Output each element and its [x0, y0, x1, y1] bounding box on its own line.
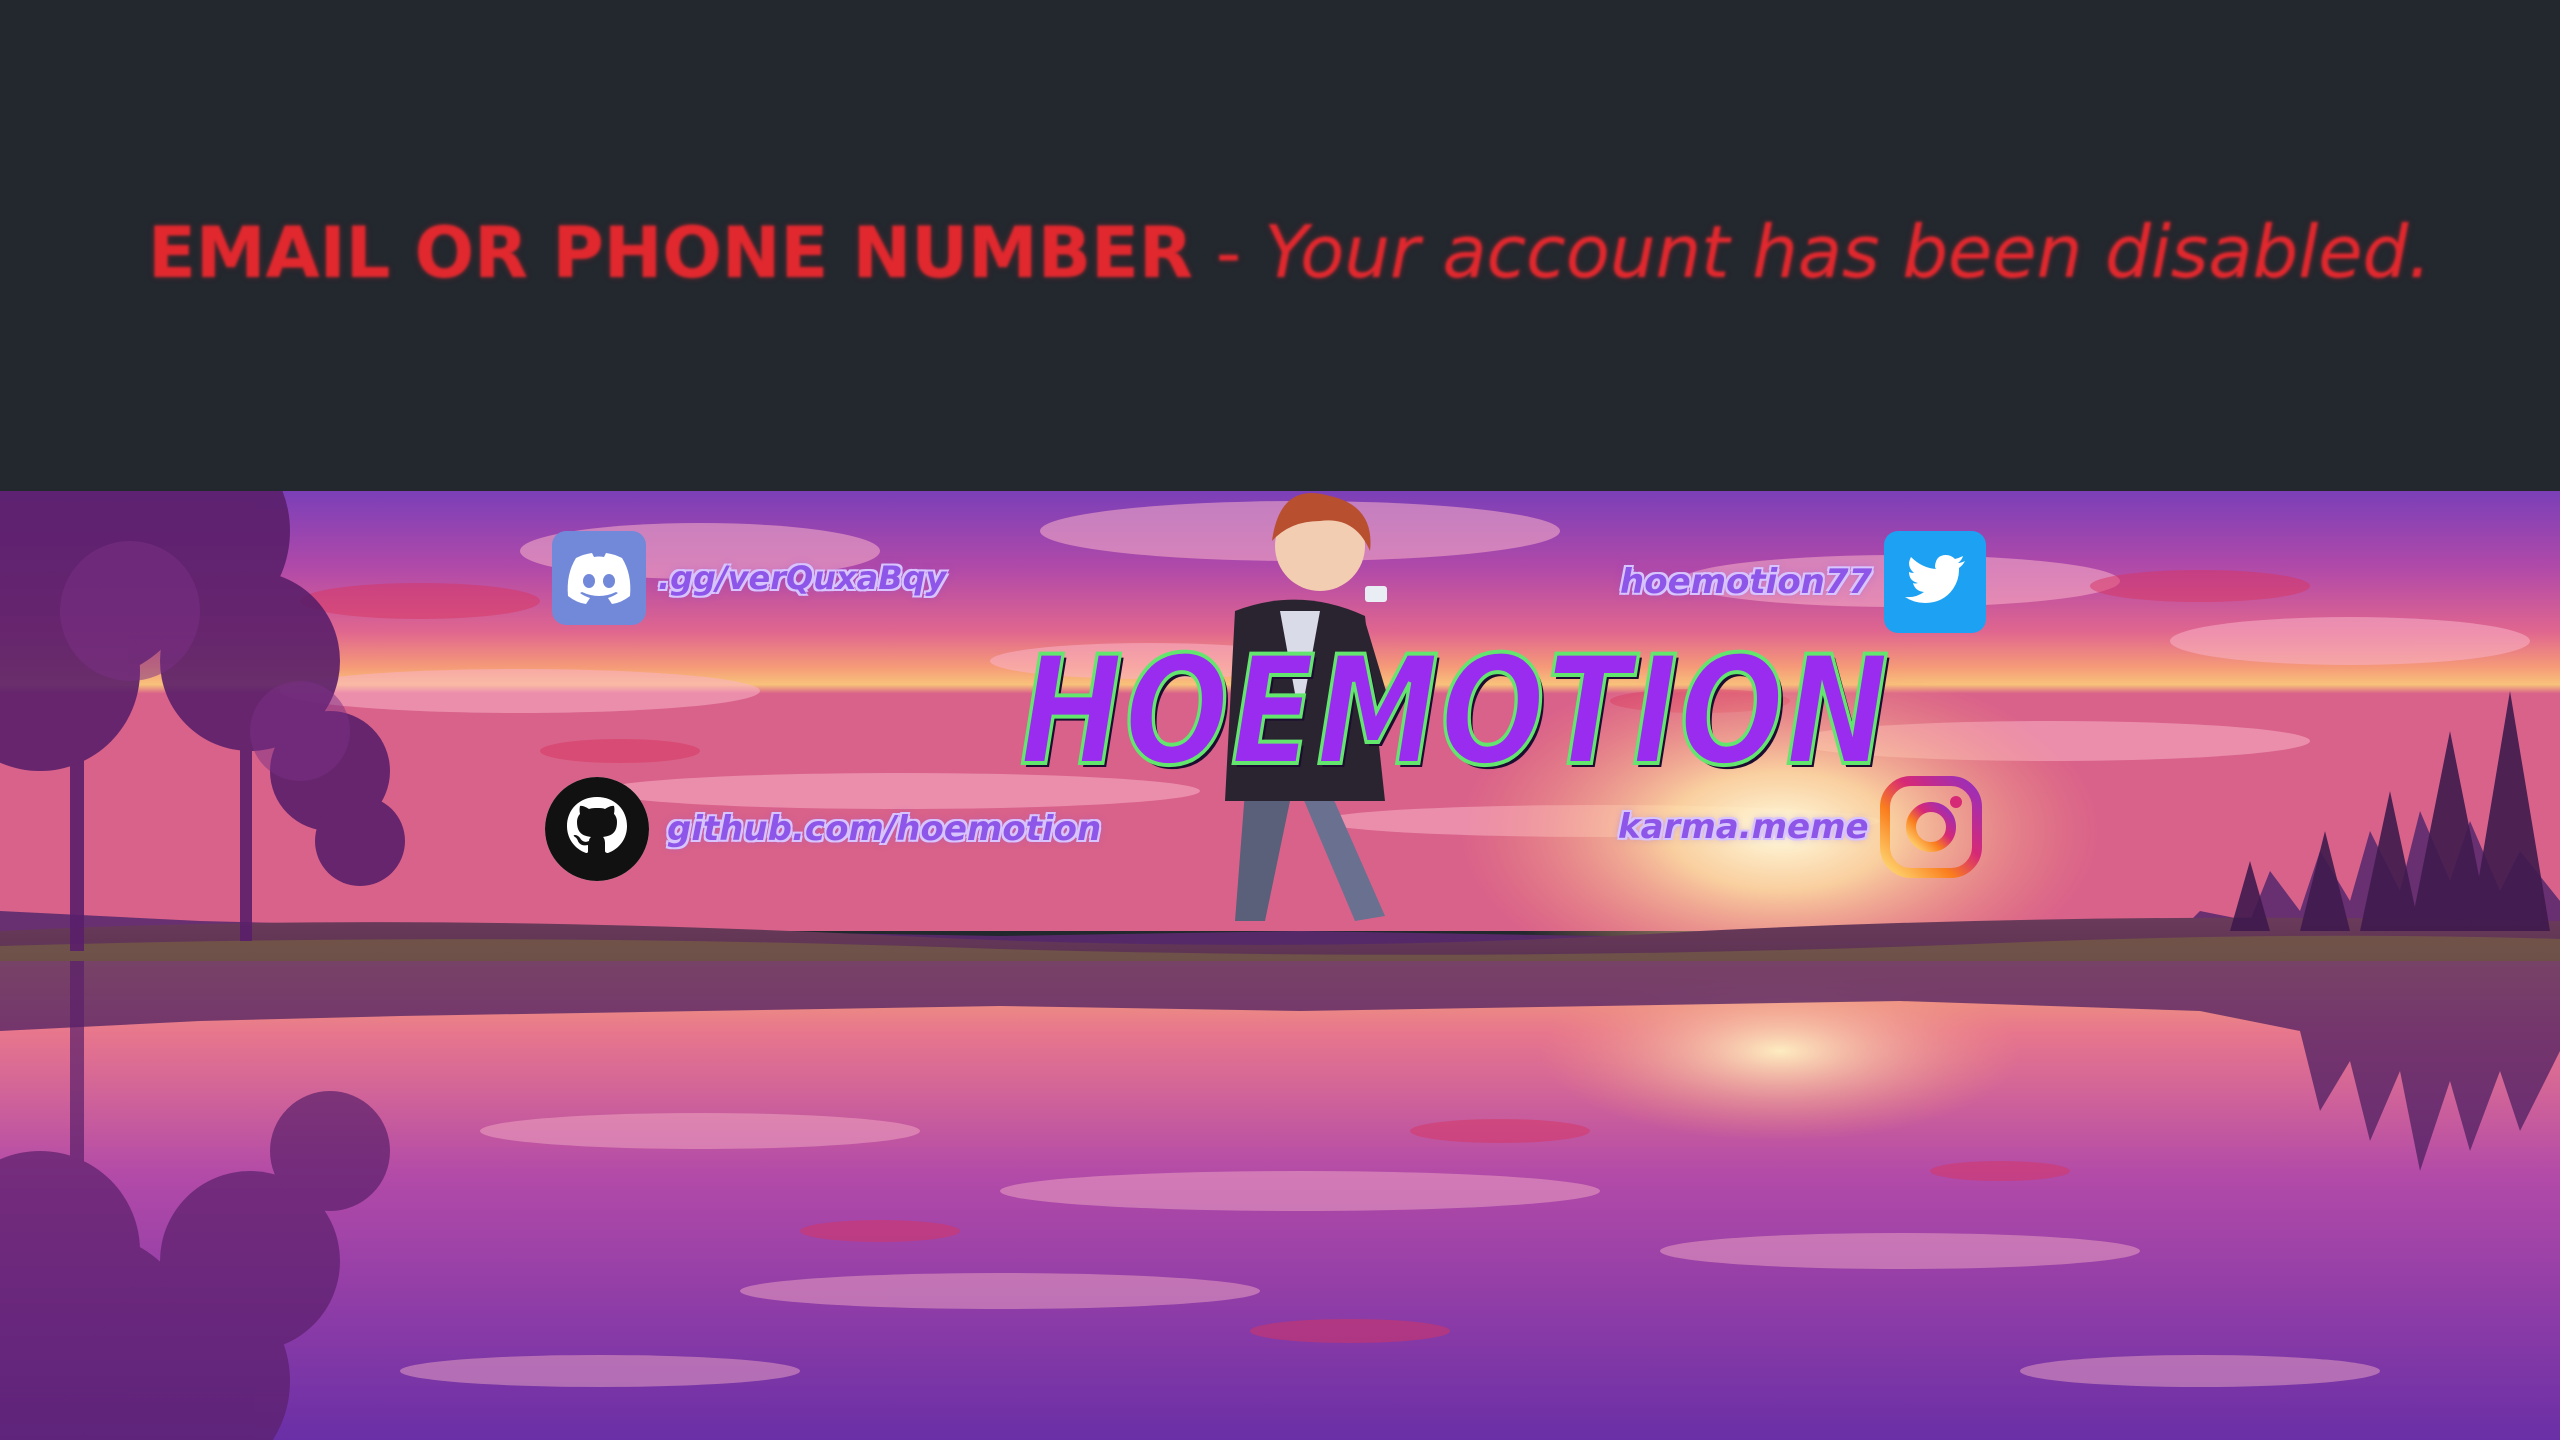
error-separator: - — [1215, 212, 1242, 294]
discord-label: .gg/verQuxaBqy — [658, 559, 947, 597]
error-banner: EMAIL OR PHONE NUMBER - Your account has… — [0, 0, 2560, 491]
error-message: Your account has been disabled. — [1264, 210, 2432, 294]
github-link[interactable]: github.com/hoemotion — [545, 777, 1101, 881]
discord-link[interactable]: .gg/verQuxaBqy — [552, 531, 946, 625]
github-label: github.com/hoemotion — [667, 809, 1102, 849]
page: EMAIL OR PHONE NUMBER - Your account has… — [0, 0, 2560, 1440]
instagram-label: karma.meme — [1618, 807, 1869, 847]
twitter-icon — [1884, 531, 1987, 633]
github-icon — [545, 777, 649, 881]
brand-logo: HOEMOTION — [1018, 623, 2081, 801]
error-field-name: EMAIL OR PHONE NUMBER — [148, 212, 1193, 294]
brand-name: HOEMOTION — [1018, 623, 1891, 801]
twitter-link[interactable]: hoemotion77 — [1620, 531, 1987, 633]
login-error: EMAIL OR PHONE NUMBER - Your account has… — [148, 210, 2431, 294]
twitter-label: hoemotion77 — [1620, 562, 1873, 602]
discord-icon — [552, 531, 646, 625]
